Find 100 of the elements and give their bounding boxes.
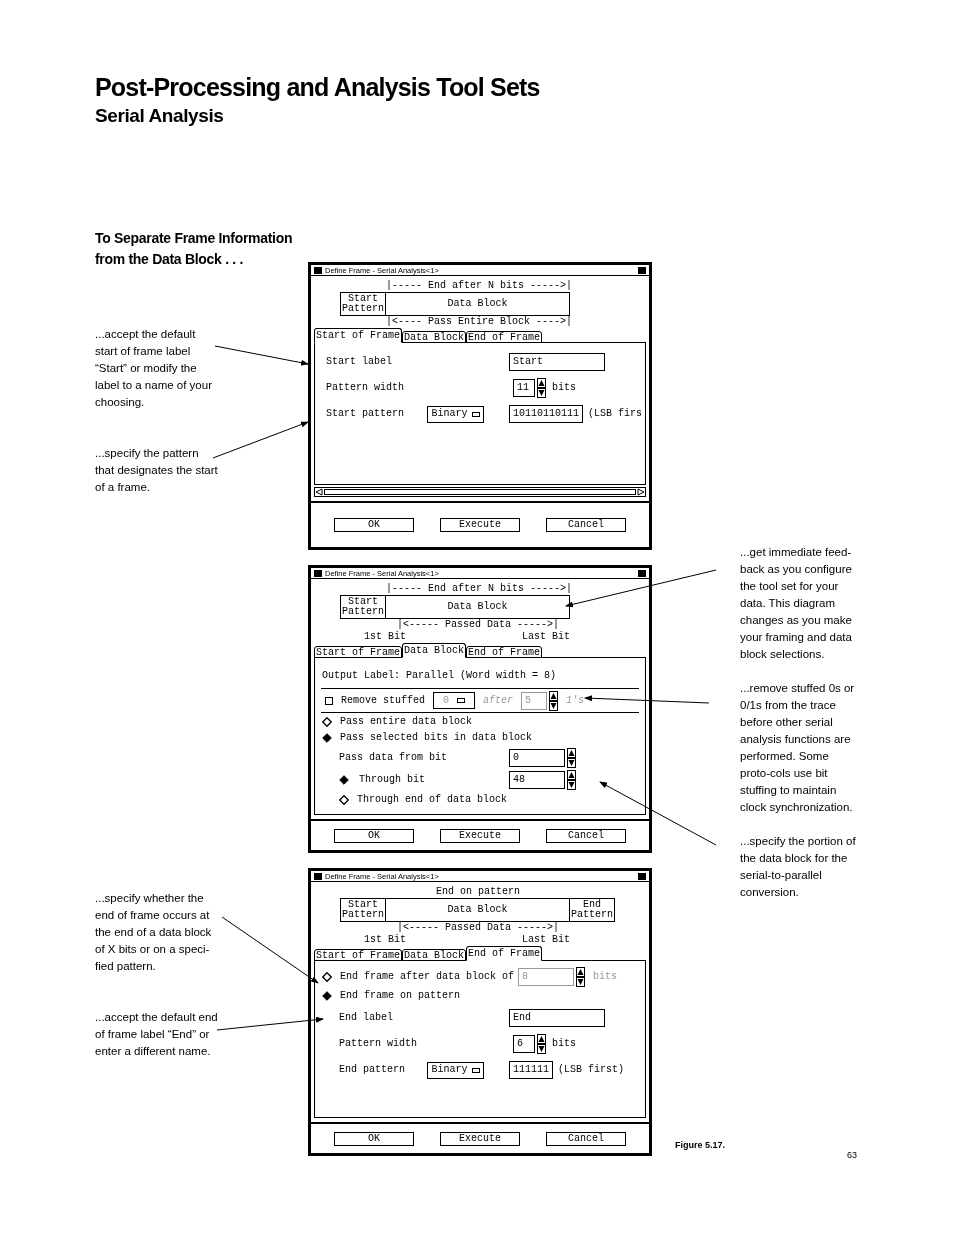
text-field[interactable]: 111111 <box>509 1061 553 1079</box>
tab[interactable]: End of Frame <box>466 646 543 658</box>
bit-order-note: (LSB first) <box>558 1064 625 1076</box>
option-label: Pass selected bits in data block <box>340 731 533 744</box>
text-field[interactable]: 48 <box>509 771 565 790</box>
horizontal-scrollbar[interactable] <box>314 487 646 497</box>
tab[interactable]: Start of Frame <box>314 646 402 658</box>
pattern-block: End Pattern <box>569 898 615 922</box>
dialog-button[interactable]: OK <box>334 1131 414 1146</box>
page-title: Post-Processing and Analysis Tool Sets <box>95 72 541 102</box>
annotation-text: ...specify the portion of the data block for the serial-to-parallel conversion. <box>740 834 857 900</box>
output-label-text: Output Label: Parallel (Word width = 8) <box>322 669 557 682</box>
annotation-text: ...accept the default end of frame label “End” or enter a different name. <box>95 1010 219 1059</box>
bit-order-note: (LSB firs <box>588 408 643 420</box>
annotation-text: ...specify the pattern that designates the start of a frame. <box>95 446 219 495</box>
unit-label: bits <box>552 1038 576 1050</box>
radio-button[interactable] <box>322 716 332 727</box>
dialog-button[interactable]: Execute <box>440 518 520 532</box>
diagram-label: End on pattern <box>435 886 521 898</box>
bit-label: Last Bit <box>522 934 570 946</box>
diagram-label: |<---- Pass Entire Block ---->| <box>386 316 570 328</box>
radio-button[interactable] <box>339 775 349 786</box>
text-field[interactable]: 6 <box>513 1035 535 1053</box>
field-label: Start pattern <box>326 408 405 420</box>
window-menu-icon[interactable] <box>314 872 322 880</box>
close-icon[interactable] <box>638 569 646 577</box>
dialog-button[interactable]: OK <box>334 828 414 843</box>
dialog-button[interactable]: Execute <box>440 828 520 843</box>
radio-button[interactable] <box>322 991 332 1001</box>
diagram-label: |<----- Passed Data ----->| <box>396 922 560 934</box>
format-dropdown[interactable]: Binary <box>427 1061 484 1079</box>
window-menu-icon[interactable] <box>314 266 322 274</box>
field-label: End pattern <box>339 1064 406 1076</box>
dialog-button[interactable]: Execute <box>440 1131 520 1146</box>
tab[interactable]: End of Frame <box>466 946 543 961</box>
unit-label: bits <box>552 382 576 394</box>
pattern-block: Start Pattern <box>340 292 386 316</box>
bit-label: 1st Bit <box>364 631 406 643</box>
diagram-label: |----- End after N bits ----->| <box>386 583 570 595</box>
annotation-text: ...remove stuffed 0s or 0/1s from the trace before other serial analysis functions are performed. Some proto-cols use bit stuffing to maintain clock synchronization. <box>740 681 856 815</box>
tab[interactable]: Data Block <box>402 949 467 961</box>
field-label: End label <box>339 1012 394 1024</box>
text-field[interactable]: 0 <box>509 748 565 767</box>
data-block: Data Block <box>385 898 570 922</box>
diagram-label: |----- End after N bits ----->| <box>386 280 570 292</box>
close-icon[interactable] <box>638 266 646 274</box>
radio-button[interactable] <box>322 732 332 743</box>
unit-label: bits <box>593 971 618 983</box>
option-menu-icon <box>457 698 465 703</box>
unit-label: 1's <box>566 694 585 707</box>
dialog-button[interactable]: Cancel <box>546 828 626 843</box>
text-field[interactable]: 11 <box>513 379 535 397</box>
pattern-block: Start Pattern <box>340 595 386 619</box>
dialog-button[interactable]: OK <box>334 518 414 532</box>
option-label: End frame on pattern <box>340 990 461 1002</box>
page-subtitle: Serial Analysis <box>95 104 225 128</box>
page-number: 63 <box>847 1148 857 1162</box>
after-label: after <box>483 694 514 707</box>
option-label: End frame after data block of <box>340 971 515 983</box>
text-field[interactable]: Start <box>509 353 605 371</box>
annotation-text: ...accept the default start of frame label “Start” or modify the label to a name of your choosing. <box>95 327 213 410</box>
tab[interactable]: Start of Frame <box>314 949 402 961</box>
diagram-label: |<----- Passed Data ----->| <box>396 619 560 631</box>
section-heading: To Separate Frame Information from the Data Block . . . <box>95 229 294 269</box>
field-label: Pattern width <box>326 382 405 394</box>
annotation-text: ...specify whether the end of frame occurs at the end of a data block of X bits or on a speci-fied pattern. <box>95 891 213 974</box>
option-label: Pass entire data block <box>340 715 473 728</box>
tab[interactable]: End of Frame <box>466 331 543 343</box>
option-menu-icon <box>471 411 480 417</box>
dialog-button[interactable]: Cancel <box>546 518 626 532</box>
figure-caption: Figure 5.17. <box>675 1138 726 1152</box>
dialog-button[interactable]: Cancel <box>546 1131 626 1146</box>
spin-buttons[interactable] <box>537 378 546 398</box>
spin-buttons[interactable] <box>537 1034 546 1054</box>
scroll-right-icon[interactable] <box>637 488 645 496</box>
option-menu-icon <box>471 1067 480 1073</box>
pattern-block: Start Pattern <box>340 898 386 922</box>
data-block: Data Block <box>385 595 570 619</box>
tab[interactable]: Data Block <box>402 331 467 343</box>
spin-buttons[interactable] <box>549 690 559 711</box>
radio-button[interactable] <box>339 794 349 805</box>
text-field[interactable]: 10110110111 <box>509 405 583 423</box>
window-menu-icon[interactable] <box>314 569 322 577</box>
data-block: Data Block <box>385 292 570 316</box>
format-dropdown[interactable]: Binary <box>427 405 484 423</box>
option-label: Through end of data block <box>357 793 508 806</box>
spin-buttons[interactable] <box>567 747 576 768</box>
option-label: Through bit <box>359 774 425 787</box>
tab[interactable]: Start of Frame <box>314 328 402 343</box>
scroll-left-icon[interactable] <box>315 488 323 496</box>
spin-buttons[interactable] <box>576 967 586 987</box>
spin-buttons[interactable] <box>567 770 576 791</box>
close-icon[interactable] <box>638 872 646 880</box>
field-label: Start label <box>326 356 393 368</box>
tab[interactable]: Data Block <box>402 643 467 658</box>
annotation-text: ...get immediate feed-back as you configure the tool set for your data. This diagram changes as you make your framing and data block selections. <box>740 545 853 662</box>
scrollbar-thumb[interactable] <box>324 489 636 495</box>
field-label: Pattern width <box>339 1038 418 1050</box>
text-field[interactable]: End <box>509 1009 605 1027</box>
bit-label: Last Bit <box>522 631 570 643</box>
